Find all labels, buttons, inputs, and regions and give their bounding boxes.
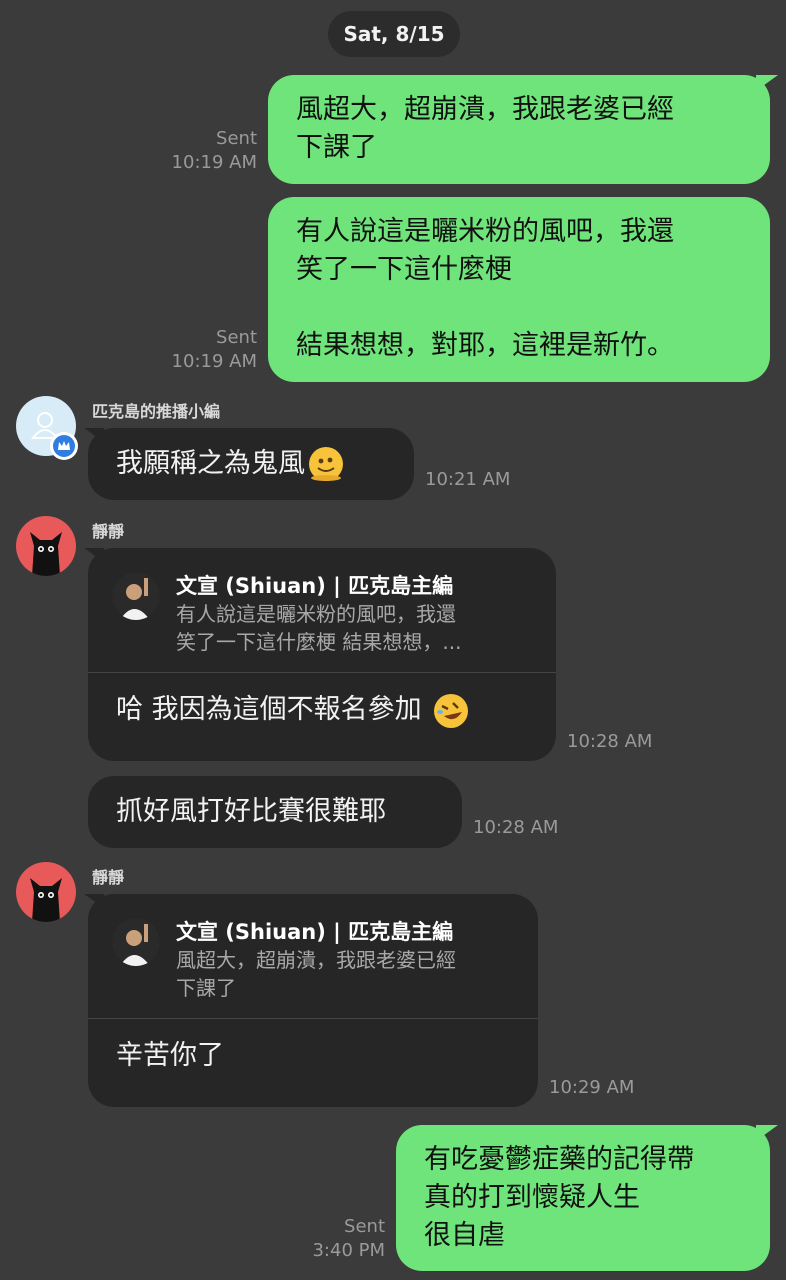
message-text: 哈 我因為這個不報名參加 bbox=[116, 694, 422, 725]
message-text: 風超大，超崩潰，我跟老婆已經 bbox=[296, 94, 674, 125]
message-time: 3:40 PM bbox=[312, 1240, 385, 1261]
black-cat-icon bbox=[30, 878, 62, 922]
date-separator: Sat, 8/15 bbox=[328, 11, 460, 57]
rolling-on-floor-laughing-emoji-icon bbox=[434, 693, 469, 728]
bubble-tail bbox=[756, 1125, 778, 1141]
quoted-sender-name: 文宣 (Shiuan) | 匹克島主編 bbox=[176, 920, 454, 944]
message-time: 10:19 AM bbox=[171, 351, 257, 372]
message-time: 10:29 AM bbox=[549, 1077, 635, 1098]
black-cat-icon bbox=[30, 532, 62, 576]
sent-message-bubble[interactable]: 風超大，超崩潰，我跟老婆已經 下課了 bbox=[268, 75, 770, 184]
message-time: 10:21 AM bbox=[425, 469, 511, 490]
message-text bbox=[296, 289, 742, 327]
received-message-bubble[interactable]: 我願稱之為鬼風 bbox=[88, 428, 414, 500]
quoted-message[interactable]: 文宣 (Shiuan) | 匹克島主編 風超大，超崩潰，我跟老婆已經 下課了 bbox=[88, 894, 538, 1002]
quoted-message[interactable]: 文宣 (Shiuan) | 匹克島主編 有人說這是曬米粉的風吧，我還 笑了一下這… bbox=[88, 548, 556, 656]
message-text: 下課了 bbox=[296, 132, 377, 163]
message-text: 笑了一下這什麼梗 bbox=[296, 254, 512, 285]
quoted-avatar bbox=[112, 918, 160, 966]
message-text: 抓好風打好比賽很難耶 bbox=[116, 796, 386, 827]
sent-status: Sent bbox=[344, 1216, 385, 1237]
message-meta: Sent 3:40 PM bbox=[280, 1215, 385, 1263]
sent-message-bubble[interactable]: 有吃憂鬱症藥的記得帶 真的打到懷疑人生 很自虐 bbox=[396, 1125, 770, 1271]
message-meta: Sent 10:19 AM bbox=[150, 127, 257, 175]
quoted-text: 下課了 bbox=[176, 976, 236, 1000]
received-reply-bubble[interactable]: 文宣 (Shiuan) | 匹克島主編 有人說這是曬米粉的風吧，我還 笑了一下這… bbox=[88, 548, 556, 761]
received-reply-bubble[interactable]: 文宣 (Shiuan) | 匹克島主編 風超大，超崩潰，我跟老婆已經 下課了 辛… bbox=[88, 894, 538, 1107]
message-text: 我願稱之為鬼風 bbox=[116, 448, 305, 479]
sent-message-bubble[interactable]: 有人說這是曬米粉的風吧，我還 笑了一下這什麼梗 結果想想，對耶，這裡是新竹。 bbox=[268, 197, 770, 382]
message-text: 真的打到懷疑人生 bbox=[424, 1182, 640, 1213]
crown-badge-icon bbox=[50, 432, 78, 460]
sender-name: 靜靜 bbox=[92, 522, 125, 541]
melting-face-emoji-icon bbox=[309, 447, 343, 481]
message-text: 辛苦你了 bbox=[116, 1040, 224, 1071]
message-text: 很自虐 bbox=[424, 1220, 505, 1251]
received-message-bubble[interactable]: 抓好風打好比賽很難耶 bbox=[88, 776, 462, 848]
sender-name: 匹克島的推播小編 bbox=[92, 402, 221, 421]
sent-status: Sent bbox=[216, 128, 257, 149]
message-text: 有人說這是曬米粉的風吧，我還 bbox=[296, 216, 674, 247]
sent-status: Sent bbox=[216, 327, 257, 348]
quoted-sender-name: 文宣 (Shiuan) | 匹克島主編 bbox=[176, 574, 454, 598]
quoted-text: 風超大，超崩潰，我跟老婆已經 bbox=[176, 948, 456, 972]
message-text: 結果想想，對耶，這裡是新竹。 bbox=[296, 330, 674, 361]
message-time: 10:28 AM bbox=[567, 731, 653, 752]
sender-name: 靜靜 bbox=[92, 868, 125, 887]
avatar[interactable] bbox=[16, 862, 76, 922]
quoted-avatar bbox=[112, 572, 160, 620]
message-text: 有吃憂鬱症藥的記得帶 bbox=[424, 1144, 694, 1175]
bubble-tail bbox=[756, 75, 778, 91]
message-time: 10:19 AM bbox=[171, 152, 257, 173]
quoted-text: 笑了一下這什麼梗 結果想想，... bbox=[176, 630, 462, 654]
quoted-text: 有人說這是曬米粉的風吧，我還 bbox=[176, 602, 456, 626]
message-meta: Sent 10:19 AM bbox=[150, 326, 257, 374]
message-time: 10:28 AM bbox=[473, 817, 559, 838]
avatar[interactable] bbox=[16, 516, 76, 576]
